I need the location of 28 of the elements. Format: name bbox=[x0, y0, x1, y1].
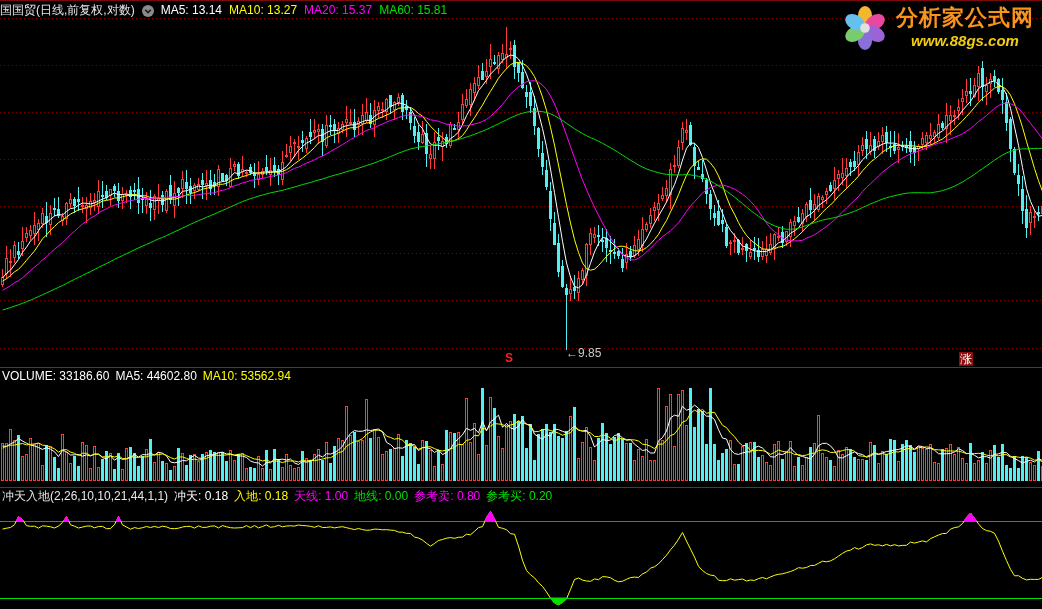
overbought-spike bbox=[115, 516, 122, 522]
overbought-spike bbox=[63, 516, 70, 522]
legend-label: 参考卖: 0.80 bbox=[414, 489, 481, 504]
legend-label: 入地: 0.18 bbox=[234, 489, 289, 504]
rise-tag: 涨 bbox=[959, 352, 973, 366]
overbought-spike bbox=[15, 516, 24, 522]
overbought-spike bbox=[484, 510, 496, 522]
chevron-down-icon[interactable] bbox=[141, 4, 154, 17]
legend-label: 地线: 0.00 bbox=[354, 489, 409, 504]
legend-label: MA5: 13.14 bbox=[160, 3, 223, 18]
logo-url: www.88gs.com bbox=[911, 31, 1019, 51]
legend-label: MA60: 15.81 bbox=[379, 3, 448, 18]
overbought-spike bbox=[963, 512, 977, 522]
legend-label: MA10: 53562.94 bbox=[202, 369, 291, 384]
legend-label: MA10: 13.27 bbox=[229, 3, 298, 18]
logo-title: 分析家公式网 bbox=[896, 5, 1034, 31]
indicator-title: 冲天入地(2,26,10,10,21,44,1,1) bbox=[2, 489, 169, 504]
chart-title: 国国贸(日线,前复权,对数) bbox=[0, 3, 135, 18]
legend-label: 天线: 1.00 bbox=[294, 489, 349, 504]
legend-label: 参考买: 0.20 bbox=[486, 489, 553, 504]
legend-label: 冲天: 0.18 bbox=[174, 489, 229, 504]
flower-logo-icon bbox=[842, 5, 888, 51]
legend-label: MA5: 44602.80 bbox=[115, 369, 197, 384]
oversold-dip bbox=[549, 597, 568, 606]
sell-signal-label: S bbox=[505, 351, 513, 365]
legend-label: VOLUME: 33186.60 bbox=[2, 369, 110, 384]
low-price-label: ←9.85 bbox=[566, 346, 602, 360]
legend-label: MA20: 15.37 bbox=[304, 3, 373, 18]
